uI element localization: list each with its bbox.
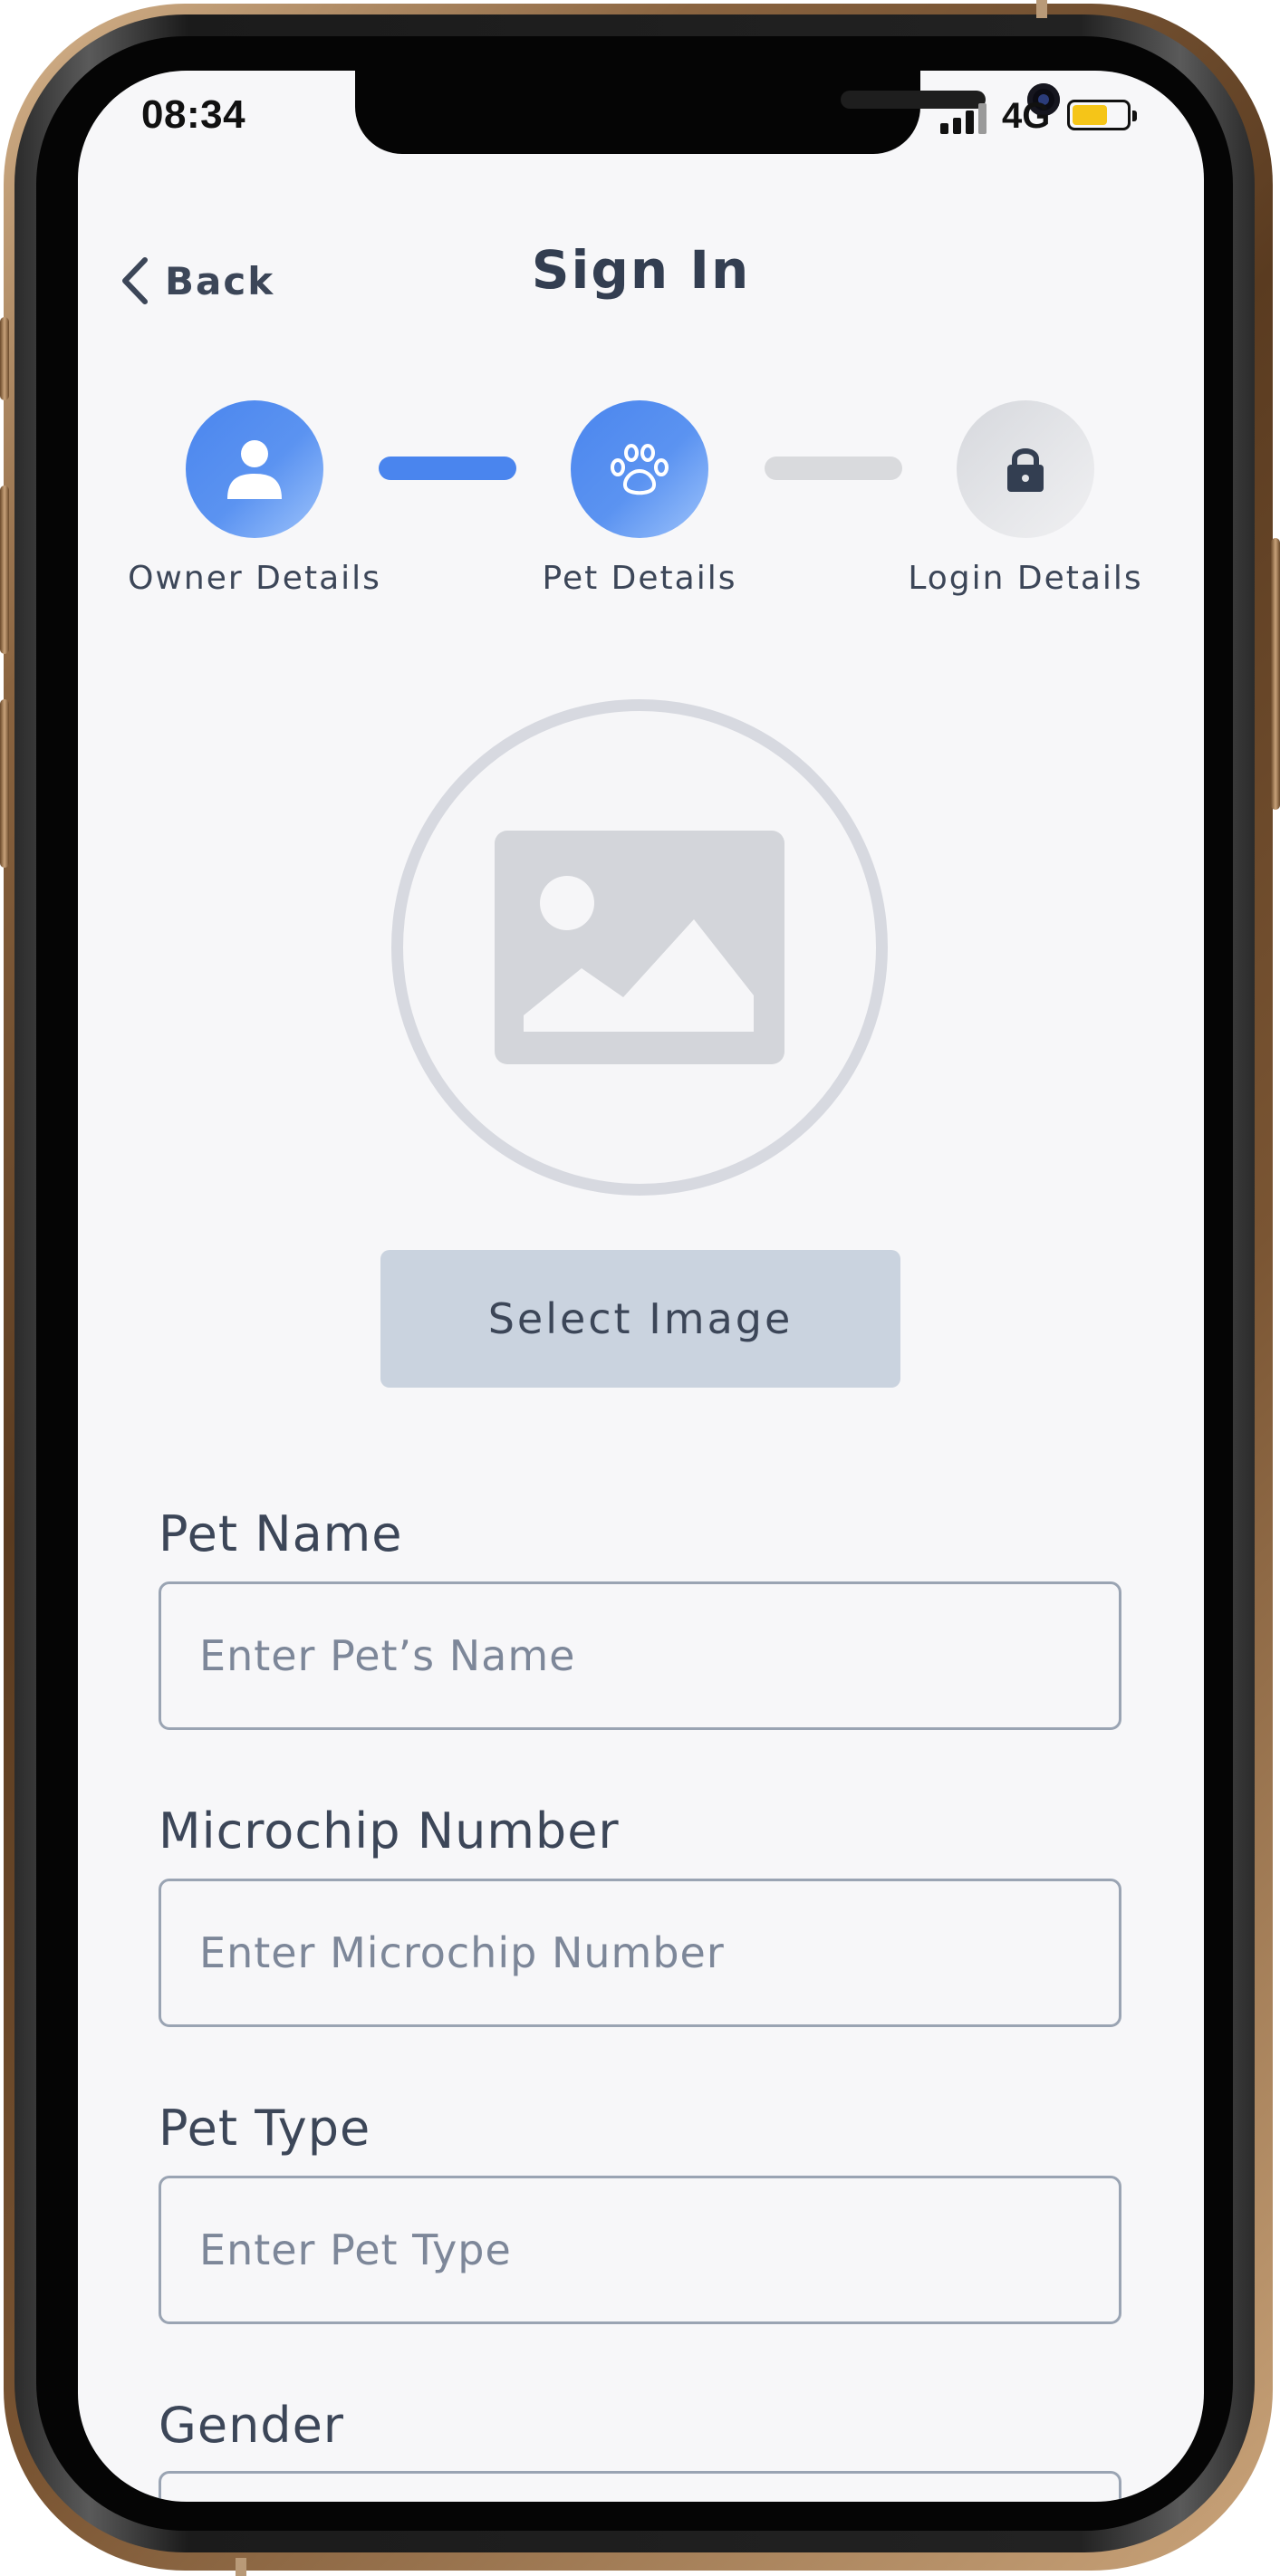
step-pet-details[interactable] bbox=[571, 400, 708, 538]
pet-name-label: Pet Name bbox=[159, 1505, 403, 1562]
phone-screen: 08:34 4G Back Sign In Owner Details Pet … bbox=[78, 71, 1204, 2502]
mute-switch bbox=[0, 317, 9, 400]
step-login-details[interactable] bbox=[957, 400, 1094, 538]
antenna-band bbox=[236, 2558, 246, 2576]
gender-select[interactable] bbox=[159, 2471, 1121, 2502]
microchip-number-input[interactable] bbox=[159, 1879, 1121, 2027]
battery-icon bbox=[1067, 100, 1137, 130]
paw-icon bbox=[611, 444, 669, 495]
step-owner-details[interactable] bbox=[186, 400, 323, 538]
step-label-login-details: Login Details bbox=[908, 560, 1143, 597]
step-connector-1 bbox=[379, 457, 516, 480]
status-time: 08:34 bbox=[141, 92, 246, 137]
select-image-button[interactable]: Select Image bbox=[380, 1250, 900, 1388]
volume-up-button bbox=[0, 485, 9, 654]
pet-name-input[interactable] bbox=[159, 1581, 1121, 1730]
antenna-band bbox=[1036, 0, 1047, 18]
step-label-pet-details: Pet Details bbox=[542, 560, 737, 597]
network-type: 4G bbox=[1002, 96, 1051, 136]
volume-down-button bbox=[0, 699, 9, 868]
pet-type-input[interactable] bbox=[159, 2176, 1121, 2324]
page-title: Sign In bbox=[531, 239, 751, 301]
notch bbox=[355, 71, 1060, 154]
image-icon bbox=[495, 831, 784, 1064]
microchip-number-label: Microchip Number bbox=[159, 1802, 620, 1860]
gender-label: Gender bbox=[159, 2397, 344, 2454]
signal-icon bbox=[940, 101, 991, 134]
lock-icon bbox=[1007, 448, 1044, 492]
pet-image-preview[interactable] bbox=[391, 699, 888, 1196]
pet-type-label: Pet Type bbox=[159, 2100, 371, 2157]
step-connector-2 bbox=[765, 457, 902, 480]
user-icon bbox=[227, 440, 282, 499]
power-button bbox=[1271, 538, 1280, 810]
step-label-owner-details: Owner Details bbox=[128, 560, 381, 597]
